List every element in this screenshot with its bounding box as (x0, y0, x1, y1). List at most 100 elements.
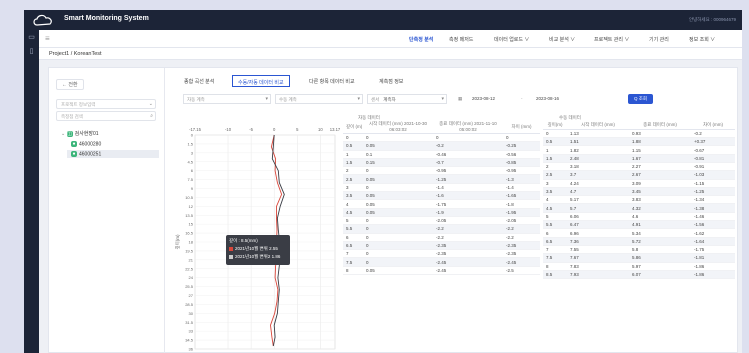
table-cell: -0.46 (433, 150, 503, 159)
tab-other-item[interactable]: 다른 항목 데이터 비교 (304, 75, 360, 87)
table-cell: -2.05 (503, 216, 540, 226)
sensor-select[interactable]: 센서 계측자 ▾ (367, 94, 447, 104)
table-cell: 1.82 (567, 145, 629, 155)
table-cell: 2 (543, 162, 567, 172)
table-cell: 0.05 (363, 191, 433, 201)
table-row: 5 0 -2.05 -2.05 (343, 216, 540, 226)
menu-item-compare[interactable]: 비교 분석 ∨ (549, 36, 575, 43)
table-cell: 1.15 (629, 145, 691, 155)
table-cell: 5.34 (629, 228, 691, 238)
date-from[interactable]: 2023-08-12 (469, 94, 515, 104)
document-icon[interactable]: ▯ (27, 48, 36, 56)
table-cell: 5.5 (543, 220, 567, 230)
manual-data-table: 깊이(m) 시작 데이터 (mm) 종료 데이터 (mm) 차이 (mm) 01… (543, 121, 735, 280)
table-cell: 5 (343, 216, 363, 226)
y-tick-label: 28.5 (185, 302, 194, 307)
table-cell: 7.93 (567, 270, 629, 280)
tree-search-input[interactable]: 측정점 검색 ⌕ (56, 111, 156, 121)
app-window: Smart Monitoring System 안녕하세요 : 00096467… (24, 10, 742, 353)
tab-overall[interactable]: 종합 곡선 분석 (179, 75, 219, 87)
col-depth: 깊이 (m) (343, 121, 363, 134)
table-cell: -0.85 (503, 158, 540, 168)
table-cell: 5.8 (629, 245, 691, 255)
user-info[interactable]: 안녕하세요 : 000964679 (689, 17, 736, 23)
table-row: 5 6.06 4.6 -1.46 (543, 212, 735, 222)
table-row: 0 1.13 0.93 -0.2 (543, 129, 735, 139)
col-start: 시작 데이터 (mm) (567, 121, 629, 130)
menu-item-info[interactable]: 정보 조회 ∨ (689, 36, 715, 43)
table-cell: 3.45 (629, 187, 691, 197)
table-cell: -1.86 (691, 270, 735, 280)
table-cell: 7.83 (567, 262, 629, 271)
table-cell: 0.05 (363, 208, 433, 217)
table-cell: 1 (543, 145, 567, 155)
tab-measure-info[interactable]: 계측점 정보 (374, 75, 408, 87)
tab-manual-auto[interactable]: 수동/자동 데이터 비교 (232, 75, 290, 87)
table-row: 5.5 0 -2.2 -2.2 (343, 224, 540, 234)
menu-item-single-analysis[interactable]: 단측정 분석 (409, 36, 433, 43)
menu-item-upload[interactable]: 데이터 업로드 ∨ (494, 36, 529, 43)
menu-item-device[interactable]: 기기 관리 (649, 36, 669, 43)
menu-item-measure[interactable]: 측정 메저드 (449, 36, 473, 43)
table-cell: 1.88 (629, 137, 691, 147)
table-cell: 3.09 (629, 179, 691, 188)
table-cell: 7.5 (343, 257, 363, 267)
back-button[interactable]: ← 전환 (56, 79, 84, 90)
y-tick-label: 22.5 (185, 266, 194, 271)
tree-node-46000251[interactable]: ● 46000251 (67, 150, 159, 159)
table-row: 6.5 7.36 5.72 -1.64 (543, 237, 735, 246)
table-cell: 1.13 (567, 129, 629, 139)
chevron-down-icon: ▾ (441, 96, 444, 102)
y-tick-label: 6 (191, 168, 194, 173)
date-to[interactable]: 2023-08-16 (533, 94, 579, 104)
table-cell: -1.46 (691, 212, 735, 222)
table-cell: -0.81 (691, 154, 735, 164)
table-cell: 8 (543, 262, 567, 271)
collapse-icon[interactable]: ⌄ (61, 131, 67, 137)
table-cell: -2.2 (503, 224, 540, 234)
table-cell: 0 (363, 241, 433, 251)
calendar-icon[interactable]: ▦ (455, 94, 464, 104)
table-cell: -1.56 (691, 220, 735, 230)
table-cell: 0 (503, 133, 540, 143)
table-cell: -1.65 (503, 191, 540, 201)
table-cell: -1.95 (503, 208, 540, 217)
menu-item-project[interactable]: 프로젝트 관리 ∨ (594, 36, 629, 43)
table-cell: -0.2 (691, 129, 735, 139)
manual-measure-select[interactable]: 수동 계측 ▾ (275, 94, 363, 104)
table-cell: -2.2 (433, 224, 503, 234)
table-cell: 1.5 (343, 158, 363, 168)
table-cell: 3.5 (543, 187, 567, 197)
table-cell: 6 (543, 228, 567, 238)
table-cell: -1.81 (691, 253, 735, 263)
y-tick-label: 15 (189, 222, 194, 227)
tree-node-46000280[interactable]: ● 46000280 (67, 140, 105, 148)
auto-measure-select[interactable]: 자동 계측 ▾ (183, 94, 271, 104)
chevron-down-icon: ⌄ (148, 101, 153, 107)
table-cell: 0 (363, 249, 433, 259)
table-row: 8.5 7.93 6.07 -1.86 (543, 270, 735, 280)
hamburger-icon[interactable]: ≡ (45, 34, 50, 43)
project-select[interactable]: 프로젝트 정보입력 ⌄ (56, 99, 156, 109)
table-row: 1 0.1 -0.46 -0.56 (343, 150, 540, 159)
y-tick-label: 33 (189, 329, 194, 334)
sidebar: ▭ ▯ (24, 30, 39, 353)
table-cell: 0.05 (363, 199, 433, 209)
table-cell: 3 (543, 179, 567, 188)
table-cell: -0.67 (691, 145, 735, 155)
tree-root[interactable]: ⌄ ◫ 검사현장01 (61, 130, 99, 137)
table-cell: -1.4 (433, 183, 503, 193)
table-cell: 0 (363, 233, 433, 242)
table-cell: 6.5 (343, 241, 363, 251)
search-button[interactable]: Q 조회 (628, 94, 653, 104)
table-cell: 0.05 (363, 266, 433, 276)
y-tick-label: 13.5 (185, 213, 194, 218)
table-cell: -1.64 (691, 237, 735, 246)
table-row: 0.5 1.51 1.88 +0.37 (543, 137, 735, 147)
table-cell: 4.6 (629, 212, 691, 222)
table-row: 2 0 -0.95 -0.95 (343, 166, 540, 176)
search-icon[interactable]: ⌕ (150, 113, 153, 119)
monitor-icon[interactable]: ▭ (27, 34, 36, 42)
table-row: 1.5 2.48 1.67 -0.81 (543, 154, 735, 164)
y-tick-label: 9 (191, 186, 194, 191)
